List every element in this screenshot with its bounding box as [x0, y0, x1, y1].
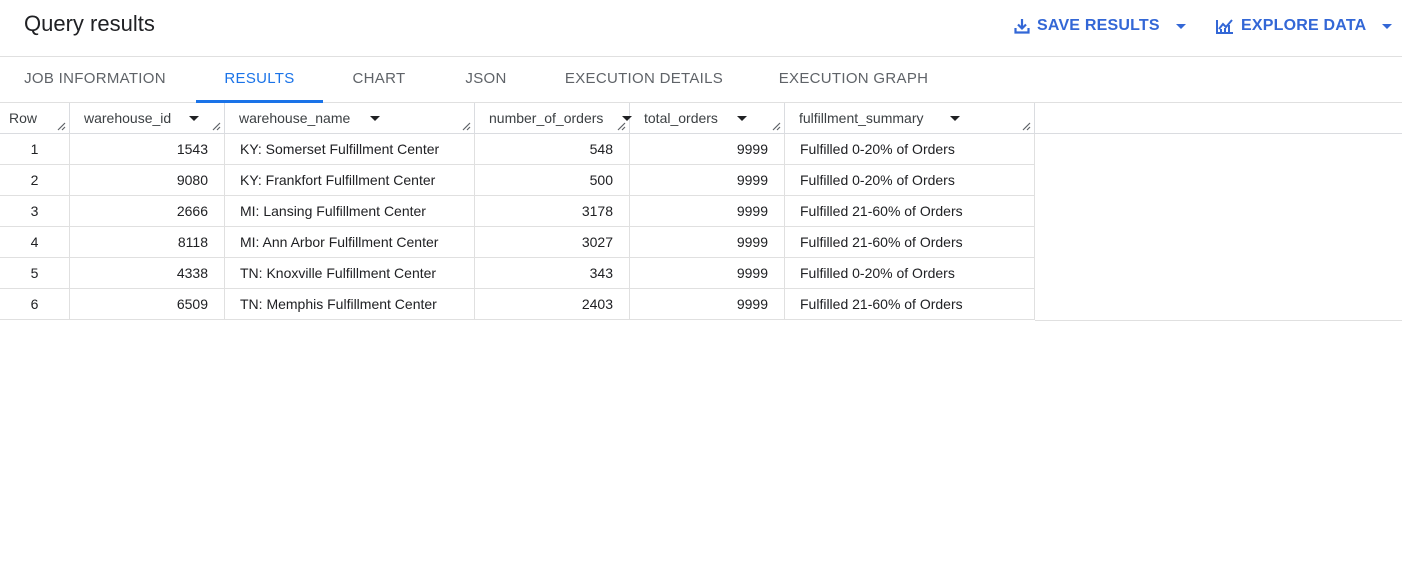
warehouse-id-cell: 8118 — [70, 227, 225, 258]
column-header-warehouse-name[interactable]: warehouse_name — [225, 103, 475, 134]
warehouse-id-cell: 4338 — [70, 258, 225, 289]
total-orders-cell: 9999 — [630, 258, 785, 289]
total-orders-cell: 9999 — [630, 134, 785, 165]
resize-handle-icon[interactable] — [617, 122, 626, 131]
fulfillment-summary-cell: Fulfilled 21-60% of Orders — [785, 227, 1035, 258]
resize-handle-icon[interactable] — [57, 122, 66, 131]
warehouse-name-cell: TN: Knoxville Fulfillment Center — [225, 258, 475, 289]
column-header-row[interactable]: Row — [0, 103, 70, 134]
total-orders-cell: 9999 — [630, 227, 785, 258]
number-of-orders-cell: 500 — [475, 165, 630, 196]
row-number-cell: 1 — [0, 134, 70, 165]
row-number-cell: 4 — [0, 227, 70, 258]
tab-json[interactable]: JSON — [450, 57, 522, 102]
table-bottom-divider — [1035, 320, 1402, 321]
column-header-number-of-orders[interactable]: number_of_orders — [475, 103, 632, 134]
warehouse-name-cell: KY: Frankfort Fulfillment Center — [225, 165, 475, 196]
save-results-button[interactable]: SAVE RESULTS — [1013, 14, 1186, 38]
table-row: 4 8118 MI: Ann Arbor Fulfillment Center … — [0, 227, 1035, 258]
results-header: Query results SAVE RESULTS EXPLORE DATA — [0, 0, 1402, 57]
warehouse-id-cell: 1543 — [70, 134, 225, 165]
warehouse-name-cell: MI: Ann Arbor Fulfillment Center — [225, 227, 475, 258]
fulfillment-summary-cell: Fulfilled 21-60% of Orders — [785, 289, 1035, 320]
tab-chart[interactable]: CHART — [335, 57, 423, 102]
tab-results[interactable]: RESULTS — [196, 57, 323, 103]
table-row: 2 9080 KY: Frankfort Fulfillment Center … — [0, 165, 1035, 196]
warehouse-name-cell: TN: Memphis Fulfillment Center — [225, 289, 475, 320]
sort-dropdown-icon[interactable] — [737, 116, 747, 121]
total-orders-cell: 9999 — [630, 196, 785, 227]
fulfillment-summary-cell: Fulfilled 21-60% of Orders — [785, 196, 1035, 227]
row-number-cell: 3 — [0, 196, 70, 227]
page-title: Query results — [24, 11, 155, 36]
row-number-cell: 2 — [0, 165, 70, 196]
warehouse-name-cell: MI: Lansing Fulfillment Center — [225, 196, 475, 227]
explore-data-button[interactable]: EXPLORE DATA — [1215, 14, 1393, 38]
table-row: 5 4338 TN: Knoxville Fulfillment Center … — [0, 258, 1035, 289]
chart-icon — [1215, 17, 1235, 35]
tab-job-information[interactable]: JOB INFORMATION — [0, 57, 190, 102]
warehouse-name-cell: KY: Somerset Fulfillment Center — [225, 134, 475, 165]
resize-handle-icon[interactable] — [212, 122, 221, 131]
download-icon — [1013, 17, 1031, 35]
number-of-orders-cell: 343 — [475, 258, 630, 289]
row-number-cell: 6 — [0, 289, 70, 320]
sort-dropdown-icon[interactable] — [189, 116, 199, 121]
number-of-orders-cell: 2403 — [475, 289, 630, 320]
chevron-down-icon — [1175, 23, 1186, 29]
resize-handle-icon[interactable] — [462, 122, 471, 131]
explore-data-label: EXPLORE DATA — [1241, 17, 1367, 34]
results-tabs: JOB INFORMATION RESULTS CHART JSON EXECU… — [0, 57, 1402, 103]
tab-execution-graph[interactable]: EXECUTION GRAPH — [766, 57, 941, 102]
number-of-orders-cell: 3027 — [475, 227, 630, 258]
total-orders-cell: 9999 — [630, 165, 785, 196]
total-orders-cell: 9999 — [630, 289, 785, 320]
table-row: 3 2666 MI: Lansing Fulfillment Center 31… — [0, 196, 1035, 227]
fulfillment-summary-cell: Fulfilled 0-20% of Orders — [785, 134, 1035, 165]
column-header-warehouse-id[interactable]: warehouse_id — [70, 103, 225, 134]
sort-dropdown-icon[interactable] — [370, 116, 380, 121]
sort-dropdown-icon[interactable] — [950, 116, 960, 121]
column-header-total-orders[interactable]: total_orders — [630, 103, 785, 134]
number-of-orders-cell: 3178 — [475, 196, 630, 227]
column-header-fulfillment-summary[interactable]: fulfillment_summary — [785, 103, 1035, 134]
table-row: 6 6509 TN: Memphis Fulfillment Center 24… — [0, 289, 1035, 320]
number-of-orders-cell: 548 — [475, 134, 630, 165]
tab-execution-details[interactable]: EXECUTION DETAILS — [552, 57, 736, 102]
fulfillment-summary-cell: Fulfilled 0-20% of Orders — [785, 258, 1035, 289]
table-row: 1 1543 KY: Somerset Fulfillment Center 5… — [0, 134, 1035, 165]
warehouse-id-cell: 6509 — [70, 289, 225, 320]
resize-handle-icon[interactable] — [772, 122, 781, 131]
warehouse-id-cell: 2666 — [70, 196, 225, 227]
row-number-cell: 5 — [0, 258, 70, 289]
table-header-row: Row warehouse_id warehouse_name number_o… — [0, 103, 1402, 134]
resize-handle-icon[interactable] — [1022, 122, 1031, 131]
chevron-down-icon — [1382, 23, 1393, 29]
warehouse-id-cell: 9080 — [70, 165, 225, 196]
save-results-label: SAVE RESULTS — [1037, 17, 1160, 34]
fulfillment-summary-cell: Fulfilled 0-20% of Orders — [785, 165, 1035, 196]
